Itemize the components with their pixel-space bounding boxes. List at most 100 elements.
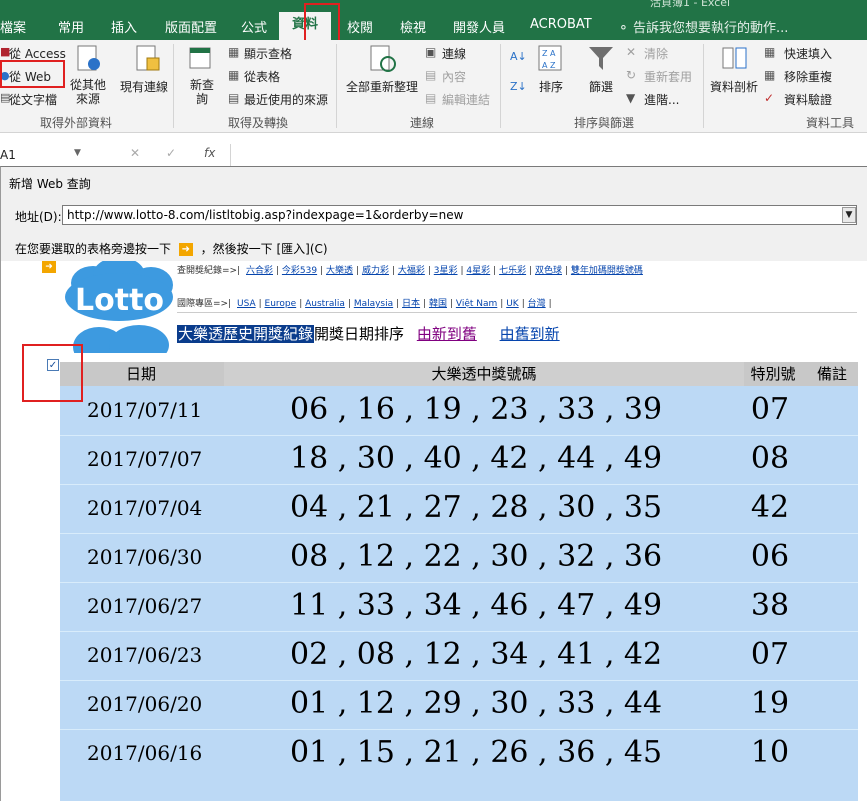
name-box[interactable]: A1	[0, 148, 16, 162]
nav-link[interactable]: 威力彩	[362, 266, 389, 276]
flash-fill-button[interactable]: 快速填入	[784, 45, 832, 62]
table-row: 2017/07/07 18 , 30 , 40 , 42 , 44 , 49 0…	[60, 435, 858, 484]
properties-icon: ▤	[425, 68, 437, 82]
special-number: 08	[750, 441, 790, 476]
advanced-button[interactable]: 進階...	[644, 91, 679, 108]
clear-button[interactable]: 清除	[644, 45, 668, 62]
table-row: 2017/07/04 04 , 21 , 27 , 28 , 30 , 35 4…	[60, 484, 858, 533]
properties-button[interactable]: 內容	[442, 68, 466, 85]
web-page-view[interactable]: ➜ Lotto 查開獎紀錄=>| 六合彩 | 今彩539 | 大樂透 | 威力彩 | 大…	[1, 261, 867, 801]
nav-link[interactable]: 雙年加碼開獎號碼	[571, 266, 643, 276]
text-to-columns-icon	[722, 47, 747, 69]
address-label: 地址(D):	[15, 210, 62, 224]
table-header: 日期 大樂透中獎號碼 特別號 備註	[60, 362, 858, 386]
tab-home[interactable]: 常用	[58, 17, 84, 36]
refresh-all-button[interactable]: 全部重新整理	[346, 78, 418, 95]
nav-link[interactable]: Malaysia	[354, 299, 393, 309]
nav-link[interactable]: UK	[506, 299, 519, 309]
tab-formulas[interactable]: 公式	[241, 17, 267, 36]
header-special: 特別號	[750, 365, 796, 383]
new-query-button[interactable]: 新查 詢	[190, 78, 214, 106]
tab-developer[interactable]: 開發人員	[453, 17, 505, 36]
draw-date: 2017/06/30	[87, 545, 203, 569]
header-numbers: 大樂透中獎號碼	[224, 362, 744, 386]
group-connections: 連線	[410, 116, 435, 130]
nav-link[interactable]: 日本	[402, 299, 420, 309]
winning-numbers: 08 , 12 , 22 , 30 , 32 , 36	[290, 539, 663, 574]
nav-link[interactable]: 双色球	[535, 266, 562, 276]
sort-old-to-new-link[interactable]: 由舊到新	[500, 325, 560, 343]
table-row: 2017/06/20 01 , 12 , 29 , 30 , 33 , 44 1…	[60, 680, 858, 729]
data-validation-button[interactable]: 資料驗證	[784, 91, 832, 108]
special-number: 38	[750, 588, 790, 623]
tab-view[interactable]: 檢視	[400, 17, 426, 36]
heading-highlight: 大樂透歷史開獎紀錄	[177, 325, 315, 343]
nav-link[interactable]: 4星彩	[466, 266, 490, 276]
lottery-results-table: 日期 大樂透中獎號碼 特別號 備註 2017/07/11 06 , 16 , 1…	[60, 362, 858, 801]
group-separator	[336, 44, 337, 128]
sort-new-to-old-link[interactable]: 由新到舊	[417, 325, 477, 343]
nav-link[interactable]: 大福彩	[398, 266, 425, 276]
formula-input[interactable]	[230, 144, 867, 166]
draw-date: 2017/06/27	[87, 594, 203, 618]
sort-ascending-icon[interactable]: A↓	[510, 50, 527, 63]
group-separator	[173, 44, 174, 128]
tell-me-search[interactable]: ⚬ 告訴我您想要執行的動作...	[618, 17, 788, 36]
connections-button[interactable]: 連線	[442, 45, 466, 62]
nav-link[interactable]: Europe	[265, 299, 297, 309]
tab-acrobat[interactable]: ACROBAT	[530, 17, 592, 32]
reapply-button[interactable]: 重新套用	[644, 68, 692, 85]
tab-insert[interactable]: 插入	[111, 17, 137, 36]
nav-link[interactable]: 今彩539	[282, 266, 317, 276]
from-table-button[interactable]: 從表格	[244, 68, 280, 85]
nav-link[interactable]: Australia	[305, 299, 345, 309]
nav-link[interactable]: 大樂透	[326, 266, 353, 276]
show-queries-button[interactable]: 顯示查格	[244, 45, 292, 62]
nav-link[interactable]: USA	[237, 299, 256, 309]
group-sort-filter: 排序與篩選	[574, 116, 635, 130]
function-icon[interactable]: fx	[204, 146, 215, 160]
draw-date: 2017/07/07	[87, 447, 203, 471]
cancel-icon[interactable]: ✕	[130, 146, 140, 160]
flash-fill-icon: ▦	[764, 45, 776, 59]
new-web-query-dialog: 新增 Web 查詢 地址(D): ▼ 在您要選取的表格旁邊按一下 ➜ ，然後按一…	[0, 166, 867, 801]
address-dropdown-icon[interactable]: ▼	[842, 207, 856, 223]
draw-date: 2017/07/04	[87, 496, 203, 520]
special-number: 06	[750, 539, 790, 574]
nav-link[interactable]: 台灣	[528, 299, 546, 309]
tab-review[interactable]: 校閱	[347, 17, 373, 36]
select-table-arrow-icon[interactable]: ➜	[42, 261, 56, 273]
recent-sources-button[interactable]: 最近使用的來源	[244, 91, 328, 108]
dialog-title: 新增 Web 查詢	[9, 177, 91, 191]
special-number: 42	[750, 490, 790, 525]
remove-duplicates-button[interactable]: 移除重複	[784, 68, 832, 85]
tab-page-layout[interactable]: 版面配置	[165, 17, 217, 36]
sort-descending-icon[interactable]: Z↓	[510, 80, 527, 93]
clear-icon: ✕	[626, 45, 637, 59]
address-input[interactable]	[62, 205, 857, 225]
select-table-arrow-icon: ➜	[178, 243, 193, 256]
special-number: 10	[750, 735, 790, 770]
edit-links-button[interactable]: 編輯連結	[442, 91, 490, 108]
edit-links-icon: ▤	[425, 91, 437, 105]
sort-button[interactable]: 排序	[539, 78, 563, 95]
header-date: 日期	[125, 365, 156, 383]
text-to-columns-button[interactable]: 資料剖析	[710, 78, 758, 95]
from-text-button[interactable]: 從文字檔	[9, 91, 57, 108]
existing-connections-button[interactable]: 現有連線	[120, 78, 168, 95]
enter-icon[interactable]: ✓	[166, 146, 176, 160]
winning-numbers: 18 , 30 , 40 , 42 , 44 , 49	[290, 441, 663, 476]
tab-file[interactable]: 檔案	[0, 17, 26, 36]
from-other-sources-icon	[77, 45, 100, 71]
nav-link[interactable]: 六合彩	[246, 266, 273, 276]
filter-button[interactable]: 篩選	[589, 78, 613, 95]
draw-date: 2017/07/11	[87, 398, 203, 422]
draw-date: 2017/06/16	[87, 741, 203, 765]
nav-link[interactable]: 韓国	[429, 299, 447, 309]
name-box-dropdown-icon[interactable]: ▼	[74, 148, 81, 158]
nav-link[interactable]: 七乐彩	[499, 266, 526, 276]
nav-link[interactable]: Việt Nam	[456, 299, 497, 309]
nav-international: 國際專區=>| USA | Europe | Australia | Malaysia…	[177, 299, 552, 309]
nav-link[interactable]: 3星彩	[434, 266, 458, 276]
from-other-sources-button[interactable]: 從其他 來源	[70, 78, 106, 106]
